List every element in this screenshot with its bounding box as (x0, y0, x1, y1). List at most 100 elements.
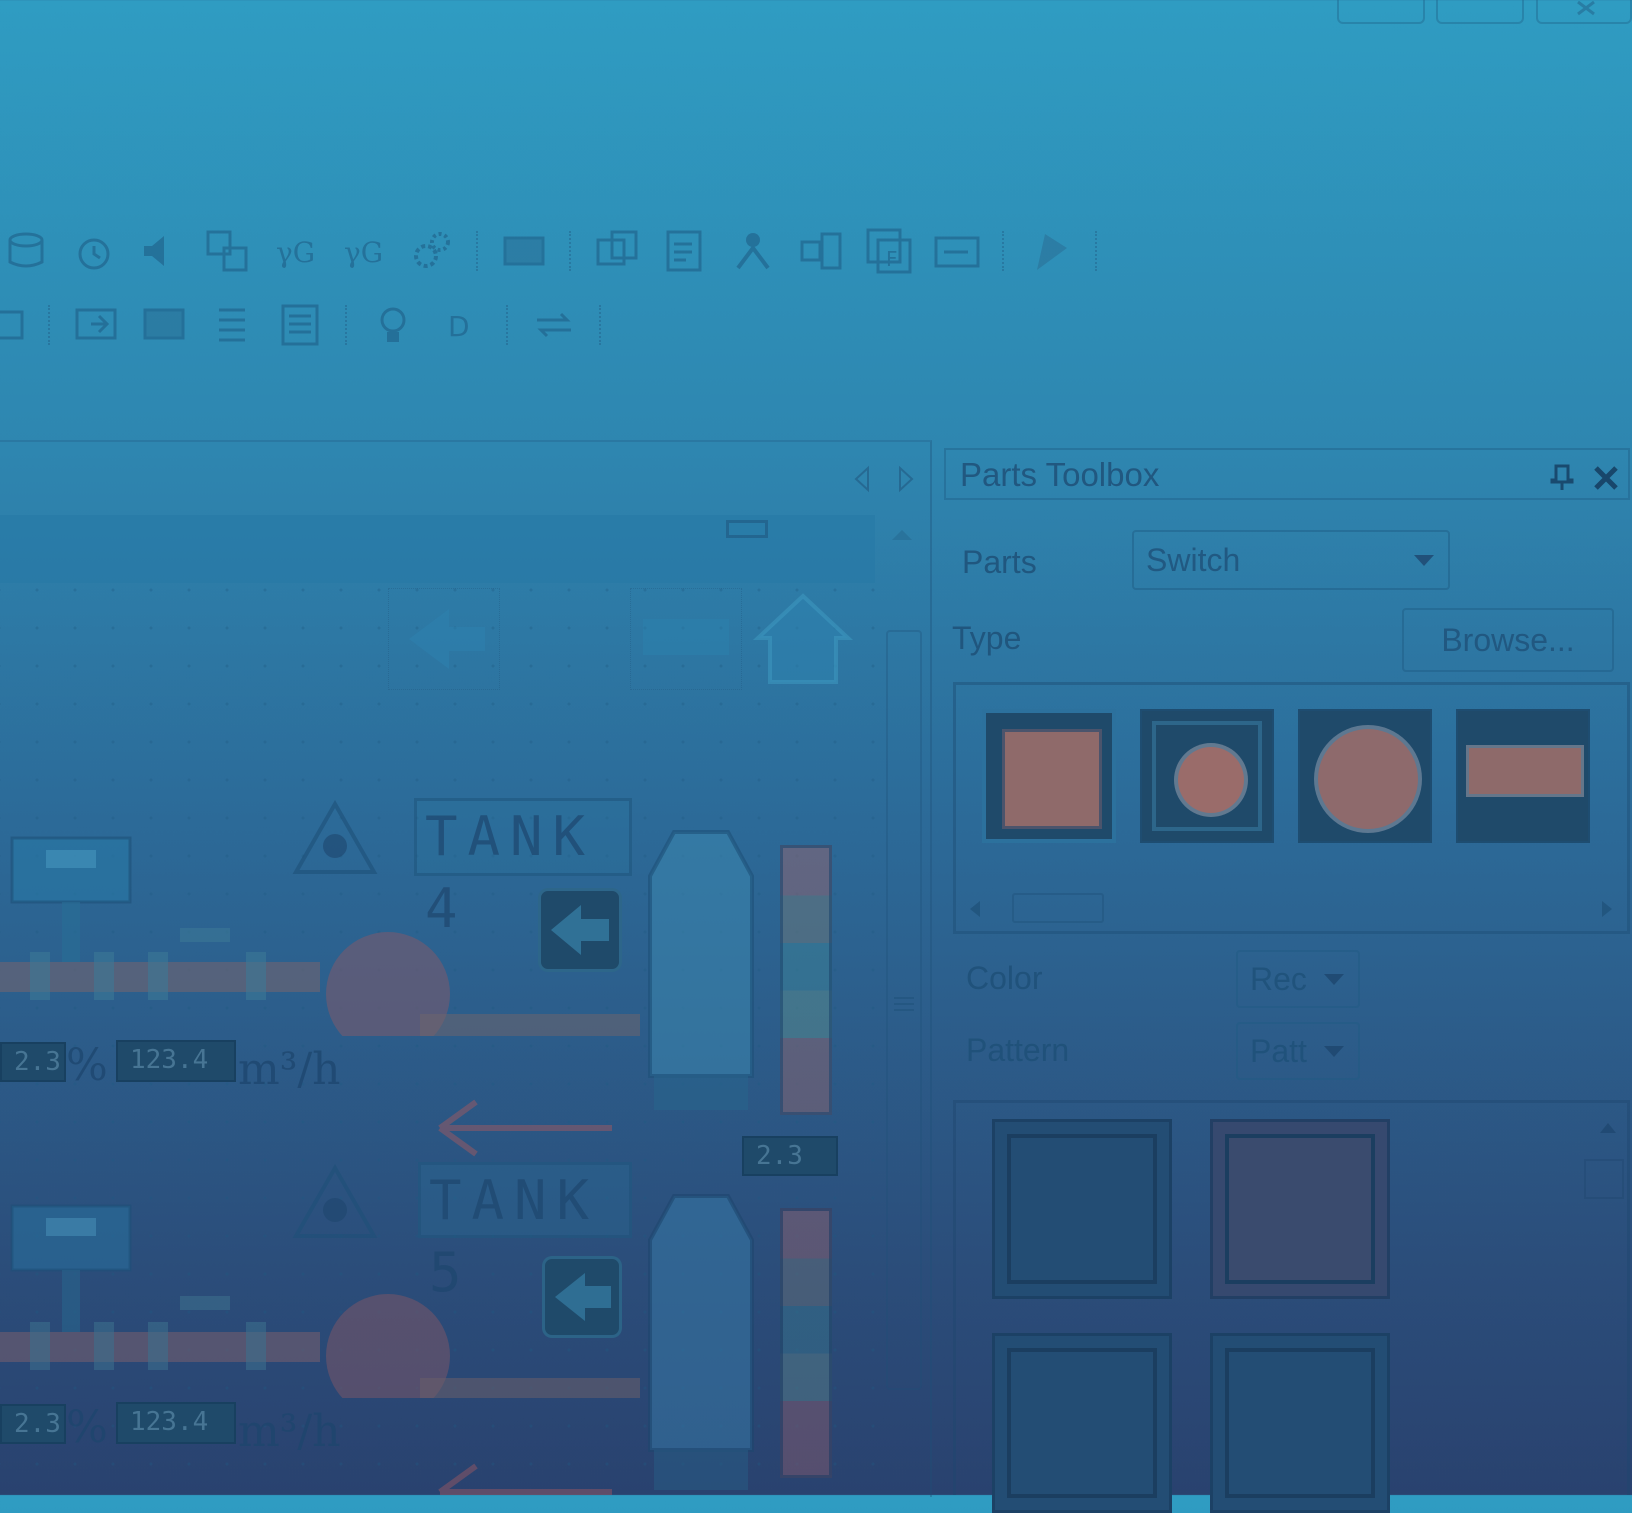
tank-5-flow-lcd: 123.4 (116, 1402, 236, 1444)
transfer-icon[interactable] (531, 302, 577, 348)
toolbar-separator (476, 231, 479, 271)
pattern-item[interactable] (1210, 1333, 1390, 1513)
color-label: Color (966, 960, 1043, 996)
parts-toolbox-titlebar: Parts Toolbox (944, 448, 1630, 500)
parts-toolbox-panel: Parts Toolbox Parts Switch Type Browse..… (944, 448, 1632, 1513)
panel-icon[interactable] (934, 228, 980, 274)
tank-5-percent-unit: % (66, 1402, 108, 1453)
monitor-button[interactable] (630, 588, 742, 690)
person-icon[interactable] (730, 228, 776, 274)
switch-type-round[interactable] (1298, 709, 1432, 843)
switch-type-flat[interactable] (1456, 709, 1590, 843)
tank-4-percent-unit: % (66, 1040, 108, 1091)
toolbar-separator (569, 231, 572, 271)
clock-settings-icon[interactable] (68, 228, 114, 274)
flow-arrow-icon (438, 1463, 612, 1495)
window-copy-icon[interactable] (594, 228, 640, 274)
toolbar-separator (1002, 231, 1005, 271)
tank-4-vessel (648, 830, 754, 1110)
toolbar-separator (1095, 231, 1098, 271)
tank-4-percent-lcd: 2.3 (0, 1042, 66, 1082)
list-alt-icon[interactable] (277, 302, 323, 348)
parts-dropdown-value: Switch (1146, 542, 1241, 578)
color-dropdown-value: Rec (1250, 961, 1307, 997)
chevron-down-icon (1414, 555, 1434, 566)
form-icon[interactable]: F (866, 228, 912, 274)
nav-back-button[interactable] (388, 588, 500, 690)
toolbar-separator (345, 305, 348, 345)
toolbar-separator (48, 305, 51, 345)
pattern-gallery (953, 1100, 1630, 1513)
monitor-arrow-icon[interactable] (73, 302, 119, 348)
close-icon (1577, 0, 1595, 16)
letter-d-icon[interactable]: D (438, 302, 484, 348)
pattern-label: Pattern (966, 1032, 1070, 1068)
type-label: Type (952, 620, 1022, 656)
close-icon[interactable] (1592, 464, 1620, 492)
display-icon[interactable] (0, 302, 26, 348)
script-edit-icon[interactable]: γG (340, 228, 386, 274)
list-icon[interactable] (209, 302, 255, 348)
tank-5-flow-unit: m³/h (238, 1406, 341, 1457)
tank-5-level-bar (780, 1208, 832, 1478)
scroll-up-icon[interactable] (1596, 1117, 1620, 1137)
network-icon[interactable] (798, 228, 844, 274)
pattern-dropdown[interactable]: Patt (1236, 1022, 1360, 1080)
toolbar-row-2: D (0, 302, 624, 348)
toolbar-separator (599, 305, 602, 345)
gallery-scroll-thumb[interactable] (1012, 893, 1104, 923)
tank-5-arrow-button[interactable] (542, 1256, 622, 1338)
chevron-left-icon (970, 901, 980, 917)
minimize-button[interactable] (1337, 0, 1425, 24)
parts-label: Parts (962, 544, 1037, 580)
database-icon[interactable] (0, 228, 46, 274)
tab-scroll-arrows[interactable] (852, 464, 918, 494)
home-button[interactable] (748, 588, 858, 688)
checklist-edit-icon[interactable] (662, 228, 708, 274)
switch-type-round-bezel[interactable] (1140, 709, 1274, 843)
pattern-item[interactable] (992, 1119, 1172, 1299)
browse-button-label: Browse... (1441, 622, 1575, 658)
parts-dropdown[interactable]: Switch (1132, 530, 1450, 590)
svg-text:γG: γG (276, 236, 315, 269)
chevron-down-icon (1324, 974, 1344, 985)
minimize-indicator (726, 520, 768, 538)
toolbar-separator (506, 305, 509, 345)
pattern-dropdown-value: Patt (1250, 1033, 1307, 1069)
bulb-icon[interactable] (370, 302, 416, 348)
script-icon[interactable]: γG (272, 228, 318, 274)
pin-icon[interactable] (1548, 462, 1576, 492)
translate-icon[interactable] (204, 228, 250, 274)
tank-5-vessel (648, 1194, 754, 1490)
pattern-scroll-thumb[interactable] (1584, 1159, 1624, 1199)
pattern-item[interactable] (992, 1333, 1172, 1513)
color-dropdown[interactable]: Rec (1236, 950, 1360, 1008)
tank-4-flow-unit: m³/h (238, 1044, 341, 1095)
tank-4-flow-lcd: 123.4 (116, 1040, 236, 1082)
speaker-icon[interactable] (136, 228, 182, 274)
arrow-left-icon (551, 905, 609, 955)
browse-button[interactable]: Browse... (1402, 608, 1614, 672)
svg-text:F: F (886, 247, 898, 271)
scroll-thumb[interactable] (886, 630, 922, 1390)
flag-icon[interactable] (1027, 228, 1073, 274)
scroll-up-icon (892, 530, 912, 540)
type-gallery-scrollbar[interactable] (956, 889, 1627, 929)
tank-4-arrow-button[interactable] (538, 888, 622, 972)
home-icon (752, 593, 854, 684)
gears-icon[interactable] (408, 228, 454, 274)
switch-type-square[interactable] (982, 709, 1116, 843)
screen-icon[interactable] (501, 228, 547, 274)
svg-text:γG: γG (344, 236, 383, 269)
toolbar-row-1: γG γG F (0, 228, 1120, 274)
svg-text:D: D (448, 310, 470, 343)
restore-button[interactable] (1436, 0, 1524, 24)
monitor-icon[interactable] (141, 302, 187, 348)
arrow-left-icon (555, 1273, 611, 1321)
pattern-item[interactable] (1210, 1119, 1390, 1299)
editor-vertical-scrollbar[interactable] (880, 520, 924, 1390)
tank-5-percent-lcd: 2.3 (0, 1404, 66, 1444)
panel-title: Parts Toolbox (960, 456, 1160, 493)
tank-4-level-bar (780, 845, 832, 1115)
close-button[interactable] (1536, 0, 1632, 24)
